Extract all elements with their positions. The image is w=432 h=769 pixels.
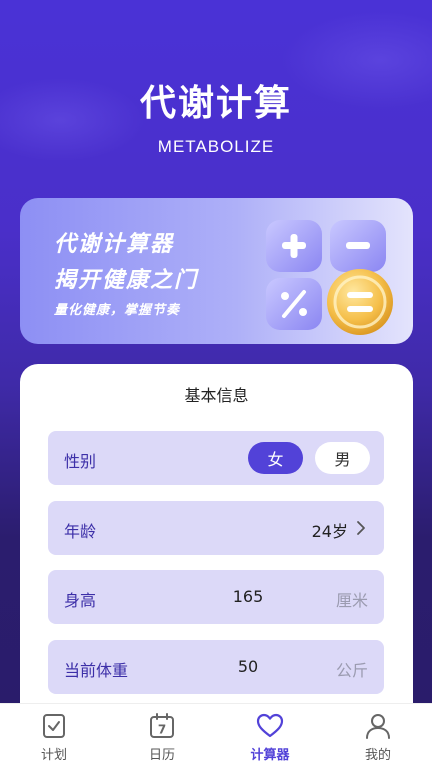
tab-plan-label: 计划 bbox=[40, 748, 67, 763]
banner-subheadline: 揭开健康之门 bbox=[54, 268, 199, 293]
tab-calculator-label: 计算器 bbox=[250, 748, 290, 763]
tab-calculator[interactable]: 计算器 bbox=[216, 704, 324, 769]
bottom-tab-bar: 计划 7 日历 计算器 我的 bbox=[0, 703, 432, 769]
height-input[interactable]: 165 bbox=[218, 587, 278, 606]
tab-calendar-label: 日历 bbox=[148, 748, 175, 763]
basic-info-card: 基本信息 性别 女 男 年龄 24岁 身高 165 厘米 当前体重 50 公斤 bbox=[20, 364, 413, 724]
heart-icon bbox=[256, 713, 284, 738]
age-row[interactable]: 年龄 24岁 bbox=[48, 501, 384, 555]
gender-label: 性别 bbox=[64, 452, 97, 471]
calculator-icon bbox=[266, 220, 393, 335]
banner-headline: 代谢计算器 bbox=[54, 232, 175, 257]
chevron-right-icon bbox=[357, 521, 365, 535]
promo-banner[interactable]: 代谢计算器 揭开健康之门 量化健康，掌握节奏 bbox=[20, 198, 413, 344]
banner-tagline: 量化健康，掌握节奏 bbox=[54, 303, 181, 318]
age-value: 24岁 bbox=[311, 522, 348, 541]
page-subtitle: METABOLIZE bbox=[157, 137, 275, 156]
calendar-icon-day: 7 bbox=[158, 723, 166, 737]
user-icon bbox=[366, 714, 390, 739]
height-label: 身高 bbox=[64, 591, 97, 610]
gender-toggle: 女 男 bbox=[248, 442, 370, 474]
height-unit: 厘米 bbox=[335, 591, 368, 610]
tab-mine-label: 我的 bbox=[364, 748, 391, 763]
gender-row: 性别 女 男 bbox=[48, 431, 384, 485]
tab-plan[interactable]: 计划 bbox=[0, 704, 108, 769]
tab-calendar[interactable]: 7 日历 bbox=[108, 704, 216, 769]
height-row: 身高 165 厘米 bbox=[48, 570, 384, 624]
weight-input[interactable]: 50 bbox=[218, 657, 278, 676]
weight-label: 当前体重 bbox=[64, 661, 129, 680]
tab-mine[interactable]: 我的 bbox=[324, 704, 432, 769]
gender-option-male[interactable]: 男 bbox=[315, 442, 370, 474]
gender-option-female[interactable]: 女 bbox=[248, 442, 303, 474]
page-title: 代谢计算 bbox=[139, 83, 292, 124]
weight-row: 当前体重 50 公斤 bbox=[48, 640, 384, 694]
age-label: 年龄 bbox=[64, 522, 97, 541]
weight-unit: 公斤 bbox=[335, 661, 368, 680]
calendar-icon: 7 bbox=[150, 713, 174, 738]
plan-icon bbox=[43, 714, 65, 738]
card-title: 基本信息 bbox=[184, 386, 249, 405]
